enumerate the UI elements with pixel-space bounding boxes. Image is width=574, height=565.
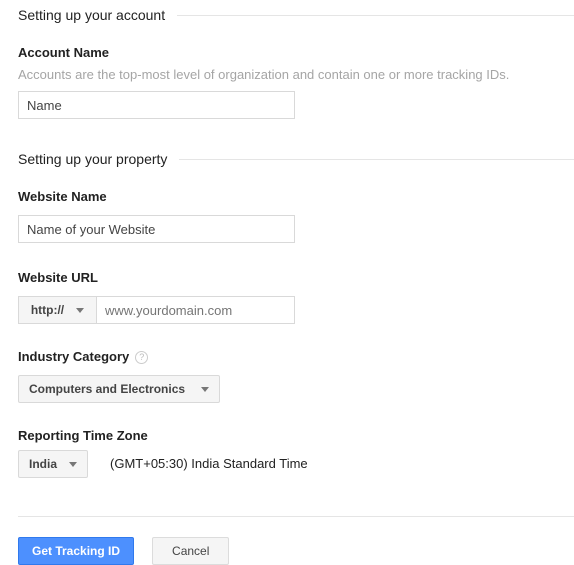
- account-section-divider: [177, 14, 574, 16]
- website-name-label-text: Website Name: [18, 189, 107, 204]
- account-name-label-text: Account Name: [18, 45, 110, 60]
- industry-category-field: Industry Category ? Computers and Electr…: [0, 348, 574, 403]
- help-question-glyph: ?: [139, 352, 145, 362]
- reporting-time-zone-label-text: Reporting Time Zone: [18, 428, 148, 443]
- account-name-label: Account Name: [18, 44, 574, 61]
- industry-category-label: Industry Category ?: [18, 348, 574, 365]
- reporting-time-zone-field: Reporting Time Zone India (GMT+05:30) In…: [0, 427, 574, 478]
- account-name-field: Account Name Accounts are the top-most l…: [0, 44, 574, 119]
- website-name-input[interactable]: [18, 215, 295, 243]
- industry-category-label-text: Industry Category: [18, 349, 130, 364]
- account-section-title: Setting up your account: [18, 7, 166, 23]
- property-section-header: Setting up your property: [0, 150, 574, 168]
- url-scheme-select[interactable]: http://: [18, 296, 96, 324]
- account-name-input[interactable]: [18, 91, 295, 119]
- help-question-icon[interactable]: ?: [135, 351, 149, 364]
- form-actions: Get Tracking ID Cancel: [0, 537, 574, 565]
- website-url-row: http://: [18, 296, 574, 324]
- website-url-field: Website URL http://: [0, 269, 574, 324]
- website-url-label: Website URL: [18, 269, 574, 286]
- timezone-country-select[interactable]: India: [18, 450, 89, 478]
- industry-category-select[interactable]: Computers and Electronics: [18, 375, 221, 403]
- reporting-time-zone-label: Reporting Time Zone: [18, 427, 574, 444]
- reporting-time-zone-row: India (GMT+05:30) India Standard Time: [18, 450, 574, 478]
- timezone-country-value: India: [29, 457, 58, 471]
- website-name-label: Website Name: [18, 188, 574, 205]
- timezone-description: (GMT+05:30) India Standard Time: [110, 456, 308, 471]
- property-section-title: Setting up your property: [18, 151, 168, 167]
- cancel-button[interactable]: Cancel: [152, 537, 230, 565]
- chevron-down-icon: [69, 461, 78, 467]
- account-section-header: Setting up your account: [0, 6, 574, 24]
- url-scheme-value: http://: [30, 303, 65, 317]
- get-tracking-id-button[interactable]: Get Tracking ID: [18, 537, 135, 565]
- website-url-input[interactable]: [96, 296, 295, 324]
- account-name-help-text: Accounts are the top-most level of organ…: [18, 67, 510, 82]
- industry-category-value: Computers and Electronics: [29, 382, 186, 396]
- chevron-down-icon: [201, 386, 210, 392]
- account-setup-form: Setting up your account Account Name Acc…: [0, 0, 574, 565]
- website-url-label-text: Website URL: [18, 270, 98, 285]
- website-name-field: Website Name: [0, 188, 574, 243]
- property-section-divider: [179, 158, 574, 160]
- chevron-down-icon: [76, 307, 85, 313]
